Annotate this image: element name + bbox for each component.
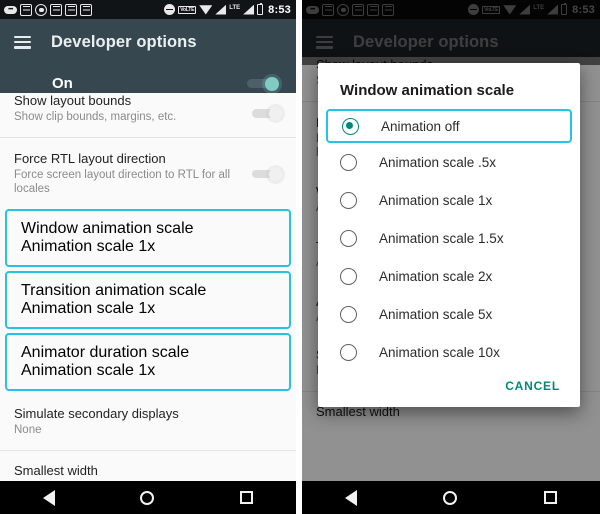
signal-icon <box>243 4 255 15</box>
dialog-option-scale-05x[interactable]: Animation scale .5x <box>318 143 580 181</box>
list-item-title: Animator duration scale <box>21 344 190 361</box>
app-box-icon <box>20 3 32 16</box>
dialog-option-list: Animation off Animation scale .5x Animat… <box>318 107 580 375</box>
navigation-bar <box>0 481 296 514</box>
signal-icon <box>215 4 227 15</box>
list-item-title: Window animation scale <box>21 220 194 237</box>
recents-square-icon[interactable] <box>240 491 254 504</box>
app-box-icon <box>50 3 62 16</box>
back-triangle-icon[interactable] <box>345 489 358 506</box>
list-item-show-layout-bounds[interactable]: Show layout bounds Show clip bounds, mar… <box>0 93 296 133</box>
master-switch-toggle[interactable] <box>247 76 279 91</box>
radio-button[interactable] <box>340 305 357 323</box>
radio-button[interactable] <box>340 229 357 247</box>
dialog-option-label: Animation scale 1.5x <box>379 230 504 246</box>
hamburger-icon[interactable] <box>14 35 31 49</box>
dialog-option-scale-15x[interactable]: Animation scale 1.5x <box>318 219 580 257</box>
dialog-actions: CANCEL <box>318 375 580 407</box>
page-title: Developer options <box>51 32 197 51</box>
list-item-title: Transition animation scale <box>21 282 207 299</box>
dialog-option-label: Animation scale 5x <box>379 306 493 322</box>
list-item-subtitle: Animation scale 1x <box>21 362 156 379</box>
list-item-window-animation-scale[interactable]: Window animation scale Animation scale 1… <box>5 209 291 267</box>
radio-button[interactable] <box>340 153 357 171</box>
list-item-title: Smallest width <box>14 463 98 478</box>
navigation-bar <box>302 481 600 514</box>
back-triangle-icon[interactable] <box>42 489 55 506</box>
battery-icon <box>257 2 264 15</box>
pill-dots-icon <box>4 5 17 14</box>
list-item-subtitle: None <box>14 424 42 436</box>
window-animation-scale-dialog: Window animation scale Animation off Ani… <box>318 63 580 407</box>
lte-icon: LTE <box>229 4 241 11</box>
toggle-switch-off[interactable] <box>252 107 282 120</box>
status-bar: VoLTE LTE 8:53 <box>0 0 296 19</box>
list-item-subtitle: Animation scale 1x <box>21 300 156 317</box>
dialog-option-scale-1x[interactable]: Animation scale 1x <box>318 181 580 219</box>
toggle-switch-off[interactable] <box>252 167 282 181</box>
app-box-icon <box>80 3 92 16</box>
list-item-title: Simulate secondary displays <box>14 406 179 421</box>
settings-list: Show layout bounds Show clip bounds, mar… <box>0 93 296 488</box>
app-toolbar: Developer options <box>0 19 296 65</box>
wifi-icon <box>199 5 213 15</box>
right-phone-panel: VoLTE LTE 8:53 Developer options Show la… <box>302 0 600 514</box>
list-divider <box>0 450 296 451</box>
list-item-subtitle: Force screen layout direction to RTL for… <box>14 169 231 195</box>
master-switch-label: On <box>52 74 73 92</box>
dialog-option-label: Animation scale 1x <box>379 192 493 208</box>
dialog-option-animation-off[interactable]: Animation off <box>326 109 572 143</box>
list-item-subtitle: Animation scale 1x <box>21 238 156 255</box>
clock-time: 8:53 <box>268 3 291 16</box>
list-divider <box>0 137 296 138</box>
list-item-subtitle: Show clip bounds, margins, etc. <box>14 111 177 123</box>
app-box-icon <box>65 3 77 16</box>
list-item-transition-animation-scale[interactable]: Transition animation scale Animation sca… <box>5 271 291 329</box>
list-item-animator-duration-scale[interactable]: Animator duration scale Animation scale … <box>5 333 291 391</box>
dialog-option-label: Animation scale 10x <box>379 344 500 360</box>
dialog-title: Window animation scale <box>340 82 515 99</box>
dialog-option-label: Animation scale .5x <box>379 154 497 170</box>
dialog-option-scale-2x[interactable]: Animation scale 2x <box>318 257 580 295</box>
do-not-disturb-icon <box>164 4 176 15</box>
list-item-force-rtl[interactable]: Force RTL layout direction Force screen … <box>0 142 296 205</box>
list-item-title: Force RTL layout direction <box>14 151 166 166</box>
home-circle-icon[interactable] <box>140 490 155 505</box>
list-item-title: Show layout bounds <box>14 93 132 108</box>
cancel-button[interactable]: CANCEL <box>505 379 560 393</box>
radio-button[interactable] <box>340 343 357 361</box>
radio-button[interactable] <box>340 267 357 285</box>
status-bar-right-icons: VoLTE LTE 8:53 <box>164 2 291 16</box>
status-bar-left-icons <box>4 3 92 16</box>
dialog-option-scale-5x[interactable]: Animation scale 5x <box>318 295 580 333</box>
dialog-option-label: Animation off <box>381 118 460 134</box>
screenshot-stage: VoLTE LTE 8:53 Developer options On Show… <box>0 0 600 514</box>
dialog-scrim-top <box>302 0 600 65</box>
home-circle-icon[interactable] <box>443 490 458 505</box>
camera-icon <box>35 3 47 16</box>
list-item-simulate-secondary-displays[interactable]: Simulate secondary displays None <box>0 395 296 446</box>
dialog-option-scale-10x[interactable]: Animation scale 10x <box>318 333 580 371</box>
recents-square-icon[interactable] <box>543 491 557 504</box>
radio-button[interactable] <box>340 191 357 209</box>
radio-button-selected[interactable] <box>342 117 359 135</box>
volte-icon: VoLTE <box>178 5 197 14</box>
dialog-option-label: Animation scale 2x <box>379 268 493 284</box>
left-phone-panel: VoLTE LTE 8:53 Developer options On Show… <box>0 0 296 514</box>
